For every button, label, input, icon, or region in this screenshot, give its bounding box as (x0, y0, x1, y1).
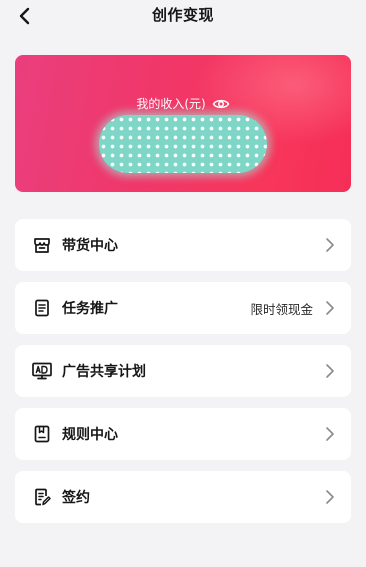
ad-monitor-icon (31, 360, 53, 382)
page-title: 创作变现 (151, 6, 214, 24)
income-card: 我的收入(元) (15, 55, 351, 192)
chevron-right-icon (325, 300, 335, 316)
menu-item-task-promotion[interactable]: 任务推广 限时领现金 (15, 282, 351, 334)
menu-item-extra-text: 限时领现金 (250, 302, 313, 317)
chevron-right-icon (325, 426, 335, 442)
document-icon (31, 297, 53, 319)
menu-item-label: 带货中心 (62, 238, 118, 254)
chevron-right-icon (325, 237, 335, 253)
rulebook-icon (31, 423, 53, 445)
menu-item-label: 规则中心 (62, 427, 118, 443)
chevron-right-icon (325, 489, 335, 505)
eye-icon[interactable] (212, 97, 230, 111)
income-amount-mask[interactable] (99, 115, 267, 173)
menu-item-sales-center[interactable]: 带货中心 (15, 219, 351, 271)
income-label: 我的收入(元) (136, 97, 206, 111)
contract-sign-icon (31, 486, 53, 508)
menu-item-label: 广告共享计划 (62, 364, 146, 380)
income-label-row: 我的收入(元) (15, 95, 351, 112)
menu-item-rules-center[interactable]: 规则中心 (15, 408, 351, 460)
menu-item-label: 任务推广 (62, 301, 118, 317)
creator-monetization-page: 创作变现 我的收入(元) 带货中心 任务推广 限时领现金 广告共享计划 规则中心… (0, 0, 366, 567)
store-icon (31, 234, 53, 256)
menu-item-label: 签约 (62, 490, 90, 506)
chevron-right-icon (325, 363, 335, 379)
menu-item-ad-sharing-plan[interactable]: 广告共享计划 (15, 345, 351, 397)
menu-item-contract[interactable]: 签约 (15, 471, 351, 523)
top-bar: 创作变现 (0, 0, 366, 30)
